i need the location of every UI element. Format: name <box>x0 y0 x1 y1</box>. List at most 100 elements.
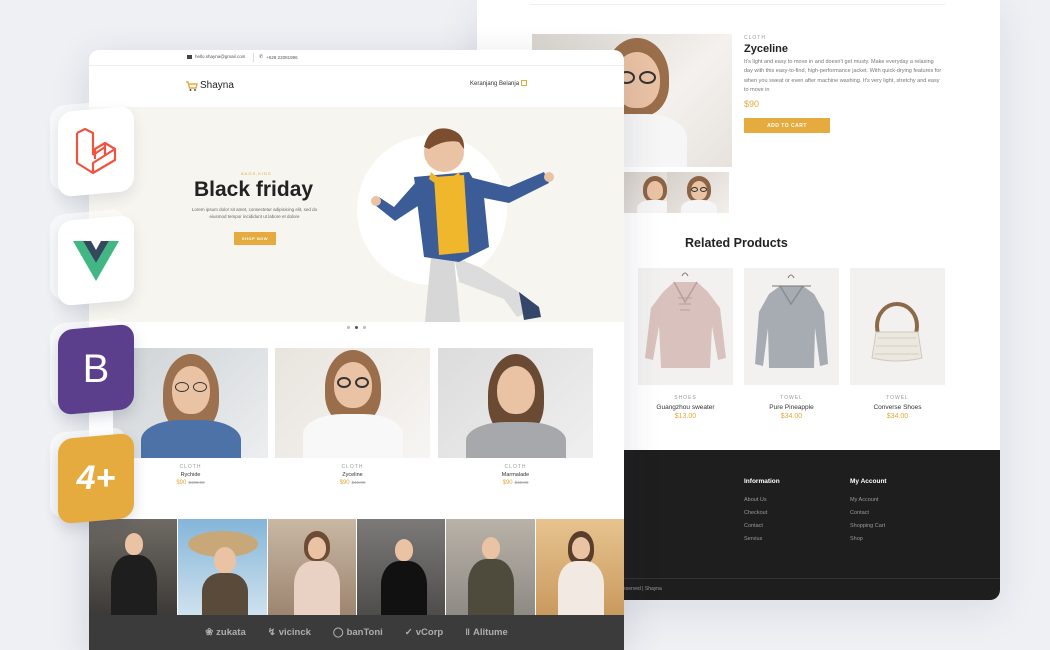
phone-icon: ✆ <box>259 54 264 60</box>
hero-title: Black friday <box>194 178 314 201</box>
related-product-category: SHOES <box>674 395 697 401</box>
footer-link[interactable]: Checkout <box>744 510 767 516</box>
laravel-badge <box>58 105 134 198</box>
product-price: $90 <box>339 480 350 486</box>
carousel-dot[interactable] <box>363 326 366 329</box>
product-category: CLOTH <box>504 464 527 470</box>
footer-heading-account: My Account <box>850 478 887 485</box>
vue-icon <box>73 240 119 281</box>
carousel-dot[interactable] <box>347 326 350 329</box>
vue-badge <box>58 214 134 307</box>
related-product-image[interactable] <box>744 268 839 385</box>
related-product-category: TOWEL <box>780 395 803 401</box>
email-contact[interactable]: hello.shayna@gmail.com <box>187 54 245 59</box>
home-page-window: hello.shayna@gmail.com ✆ +628 22081996 S… <box>89 50 624 650</box>
product-name[interactable]: Rychide <box>113 472 268 478</box>
product-old-price: $40.00 <box>514 480 529 485</box>
more-tech-badge: 4+ <box>58 432 134 525</box>
brand-name: zukata <box>216 627 246 638</box>
cart-label: Keranjang Belanja <box>470 81 520 87</box>
photo-gallery <box>89 519 624 615</box>
shopping-bag-icon <box>521 80 528 86</box>
logo-text: Shayna <box>200 80 234 91</box>
bolt-icon: ↯ <box>267 627 276 638</box>
related-product-name[interactable]: Pure Pineapple <box>744 404 839 411</box>
phone-contact[interactable]: ✆ +628 22081996 <box>259 54 298 60</box>
product-category: CLOTH <box>179 464 202 470</box>
site-logo[interactable]: Shayna <box>186 80 234 91</box>
related-product-image[interactable] <box>638 268 733 385</box>
brand-logo: ◯ banToni <box>333 627 383 638</box>
footer-link[interactable]: Contact <box>850 510 869 516</box>
mail-icon <box>187 54 192 59</box>
related-products-heading: Related Products <box>685 236 788 250</box>
brand-logo: ❀ zukata <box>205 627 246 638</box>
product-name[interactable]: Zyceline <box>275 472 430 478</box>
product-category: CLOTH <box>341 464 364 470</box>
footer-link[interactable]: Contact <box>744 523 763 529</box>
related-product-name[interactable]: Converse Shoes <box>850 404 945 411</box>
hero-description: Lorem ipsum dolor sit amet, consectetur … <box>191 207 318 219</box>
product-price: $90 <box>502 480 513 486</box>
product-image[interactable] <box>438 348 593 458</box>
brand-logo: ↯ vicinck <box>268 627 311 638</box>
bootstrap-icon: B <box>82 347 110 391</box>
leaf-icon: ❀ <box>205 627 214 638</box>
email-text: hello.shayna@gmail.com <box>195 54 246 59</box>
shopping-cart-link[interactable]: Keranjang Belanja <box>470 80 528 87</box>
cart-logo-icon <box>186 80 198 91</box>
divider <box>530 4 945 5</box>
brand-logo: ✓ vCorp <box>405 627 443 638</box>
laravel-icon <box>75 127 117 174</box>
product-price-row: $90 $40.00 <box>275 480 430 486</box>
four-plus-icon: 4+ <box>76 459 116 497</box>
hero-subtitle: BAGS,KIDS <box>241 171 272 176</box>
bootstrap-badge: B <box>58 323 134 416</box>
product-description: It's light and easy to move in and doesn… <box>744 59 942 94</box>
product-old-price: $100.00 <box>188 480 205 485</box>
footer-heading-information: Information <box>744 478 780 485</box>
product-thumbnail[interactable] <box>667 172 729 213</box>
related-product-price: $34.00 <box>886 413 909 420</box>
circle-logo-icon: ◯ <box>332 627 344 638</box>
product-price-row: $90 $100.00 <box>113 480 268 486</box>
gallery-photo[interactable] <box>446 519 536 615</box>
product-price-row: $90 $40.00 <box>438 480 593 486</box>
footer-link[interactable]: My Account <box>850 497 878 503</box>
copyright-text: eserved | Shayna <box>623 586 662 592</box>
hero-kid-image <box>371 128 554 322</box>
footer-link[interactable]: Shop <box>850 536 863 542</box>
check-logo-icon: ✓ <box>404 627 413 638</box>
brand-name: vicinck <box>278 627 311 638</box>
product-price: $90 <box>176 480 187 486</box>
product-price: $90 <box>744 99 760 109</box>
product-image[interactable] <box>275 348 430 458</box>
carousel-dot-active[interactable] <box>355 326 358 329</box>
gallery-photo[interactable] <box>267 519 357 615</box>
hero-banner: BAGS,KIDS Black friday Lorem ipsum dolor… <box>89 107 624 322</box>
related-product-name[interactable]: Guangzhou sweater <box>638 404 733 411</box>
product-old-price: $40.00 <box>351 480 366 485</box>
phone-text: +628 22081996 <box>266 54 298 60</box>
shop-now-button[interactable]: SHOP NOW <box>234 232 276 245</box>
top-bar: hello.shayna@gmail.com ✆ +628 22081996 <box>89 50 624 66</box>
product-title: Zyceline <box>744 43 789 55</box>
pillar-icon: ‖ <box>465 627 470 638</box>
footer-link[interactable]: Servius <box>744 536 762 542</box>
brand-name: vCorp <box>415 627 444 638</box>
gallery-photo[interactable] <box>535 519 624 615</box>
divider <box>253 53 254 62</box>
product-image[interactable] <box>113 348 268 458</box>
related-product-price: $13.00 <box>674 413 697 420</box>
footer-link[interactable]: About Us <box>744 497 767 503</box>
gallery-photo[interactable] <box>89 519 179 615</box>
footer-link[interactable]: Shopping Cart <box>850 523 885 529</box>
brand-logo: ‖ Alitume <box>465 627 508 638</box>
carousel-dots[interactable] <box>347 326 366 329</box>
related-product-image[interactable] <box>850 268 945 385</box>
add-to-cart-button[interactable]: ADD TO CART <box>744 118 830 133</box>
gallery-photo[interactable] <box>178 519 268 615</box>
gallery-photo[interactable] <box>356 519 447 615</box>
related-product-category: TOWEL <box>886 395 909 401</box>
product-name[interactable]: Marmalade <box>438 472 593 478</box>
